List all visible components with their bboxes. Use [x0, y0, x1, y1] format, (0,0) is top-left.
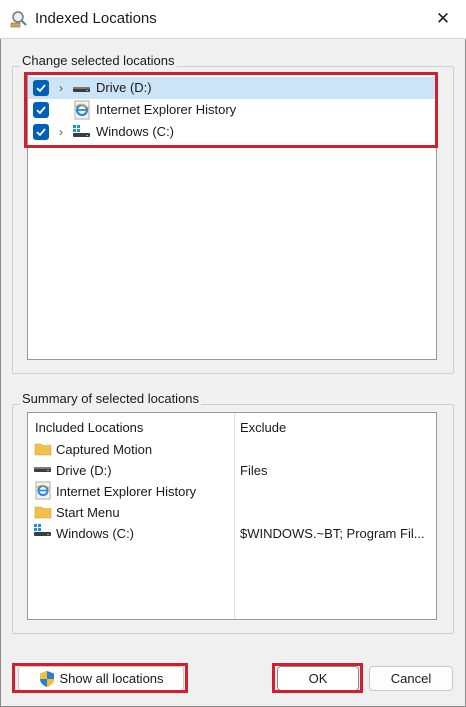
- highlight-box-show-all: [12, 663, 188, 693]
- summary-row-location: Start Menu: [56, 505, 120, 520]
- windows-drive-icon: [34, 524, 52, 539]
- summary-group-label: Summary of selected locations: [20, 391, 202, 406]
- window-border-left: [0, 0, 1, 707]
- internet-explorer-icon: [34, 481, 52, 500]
- summary-row-location: Captured Motion: [56, 442, 153, 457]
- highlight-box-ok: [272, 663, 363, 693]
- summary-row-location: Drive (D:): [56, 463, 112, 478]
- summary-list[interactable]: Included Locations Exclude Captured Moti…: [27, 412, 437, 620]
- highlight-box-locations: [24, 72, 438, 148]
- summary-row-location: Internet Explorer History: [56, 484, 197, 499]
- summary-row-exclude: Files: [240, 463, 268, 478]
- close-icon: ✕: [435, 9, 451, 28]
- cancel-button[interactable]: Cancel: [369, 666, 453, 691]
- folder-icon: [34, 441, 52, 456]
- change-group-label: Change selected locations: [20, 53, 177, 68]
- title-bar[interactable]: Indexed Locations ✕: [0, 0, 466, 38]
- summary-row-location: Windows (C:): [56, 526, 135, 541]
- indexing-options-icon: [10, 10, 30, 28]
- title-divider: [0, 38, 466, 39]
- column-header-included[interactable]: Included Locations: [35, 420, 143, 435]
- window-title: Indexed Locations: [35, 10, 157, 27]
- close-button[interactable]: ✕: [420, 0, 466, 38]
- folder-icon: [34, 504, 52, 519]
- column-header-exclude[interactable]: Exclude: [240, 420, 286, 435]
- column-divider: [234, 413, 235, 619]
- drive-icon: [34, 462, 52, 477]
- summary-row-exclude: $WINDOWS.~BT; Program Fil...: [240, 526, 425, 541]
- cancel-label: Cancel: [390, 671, 432, 686]
